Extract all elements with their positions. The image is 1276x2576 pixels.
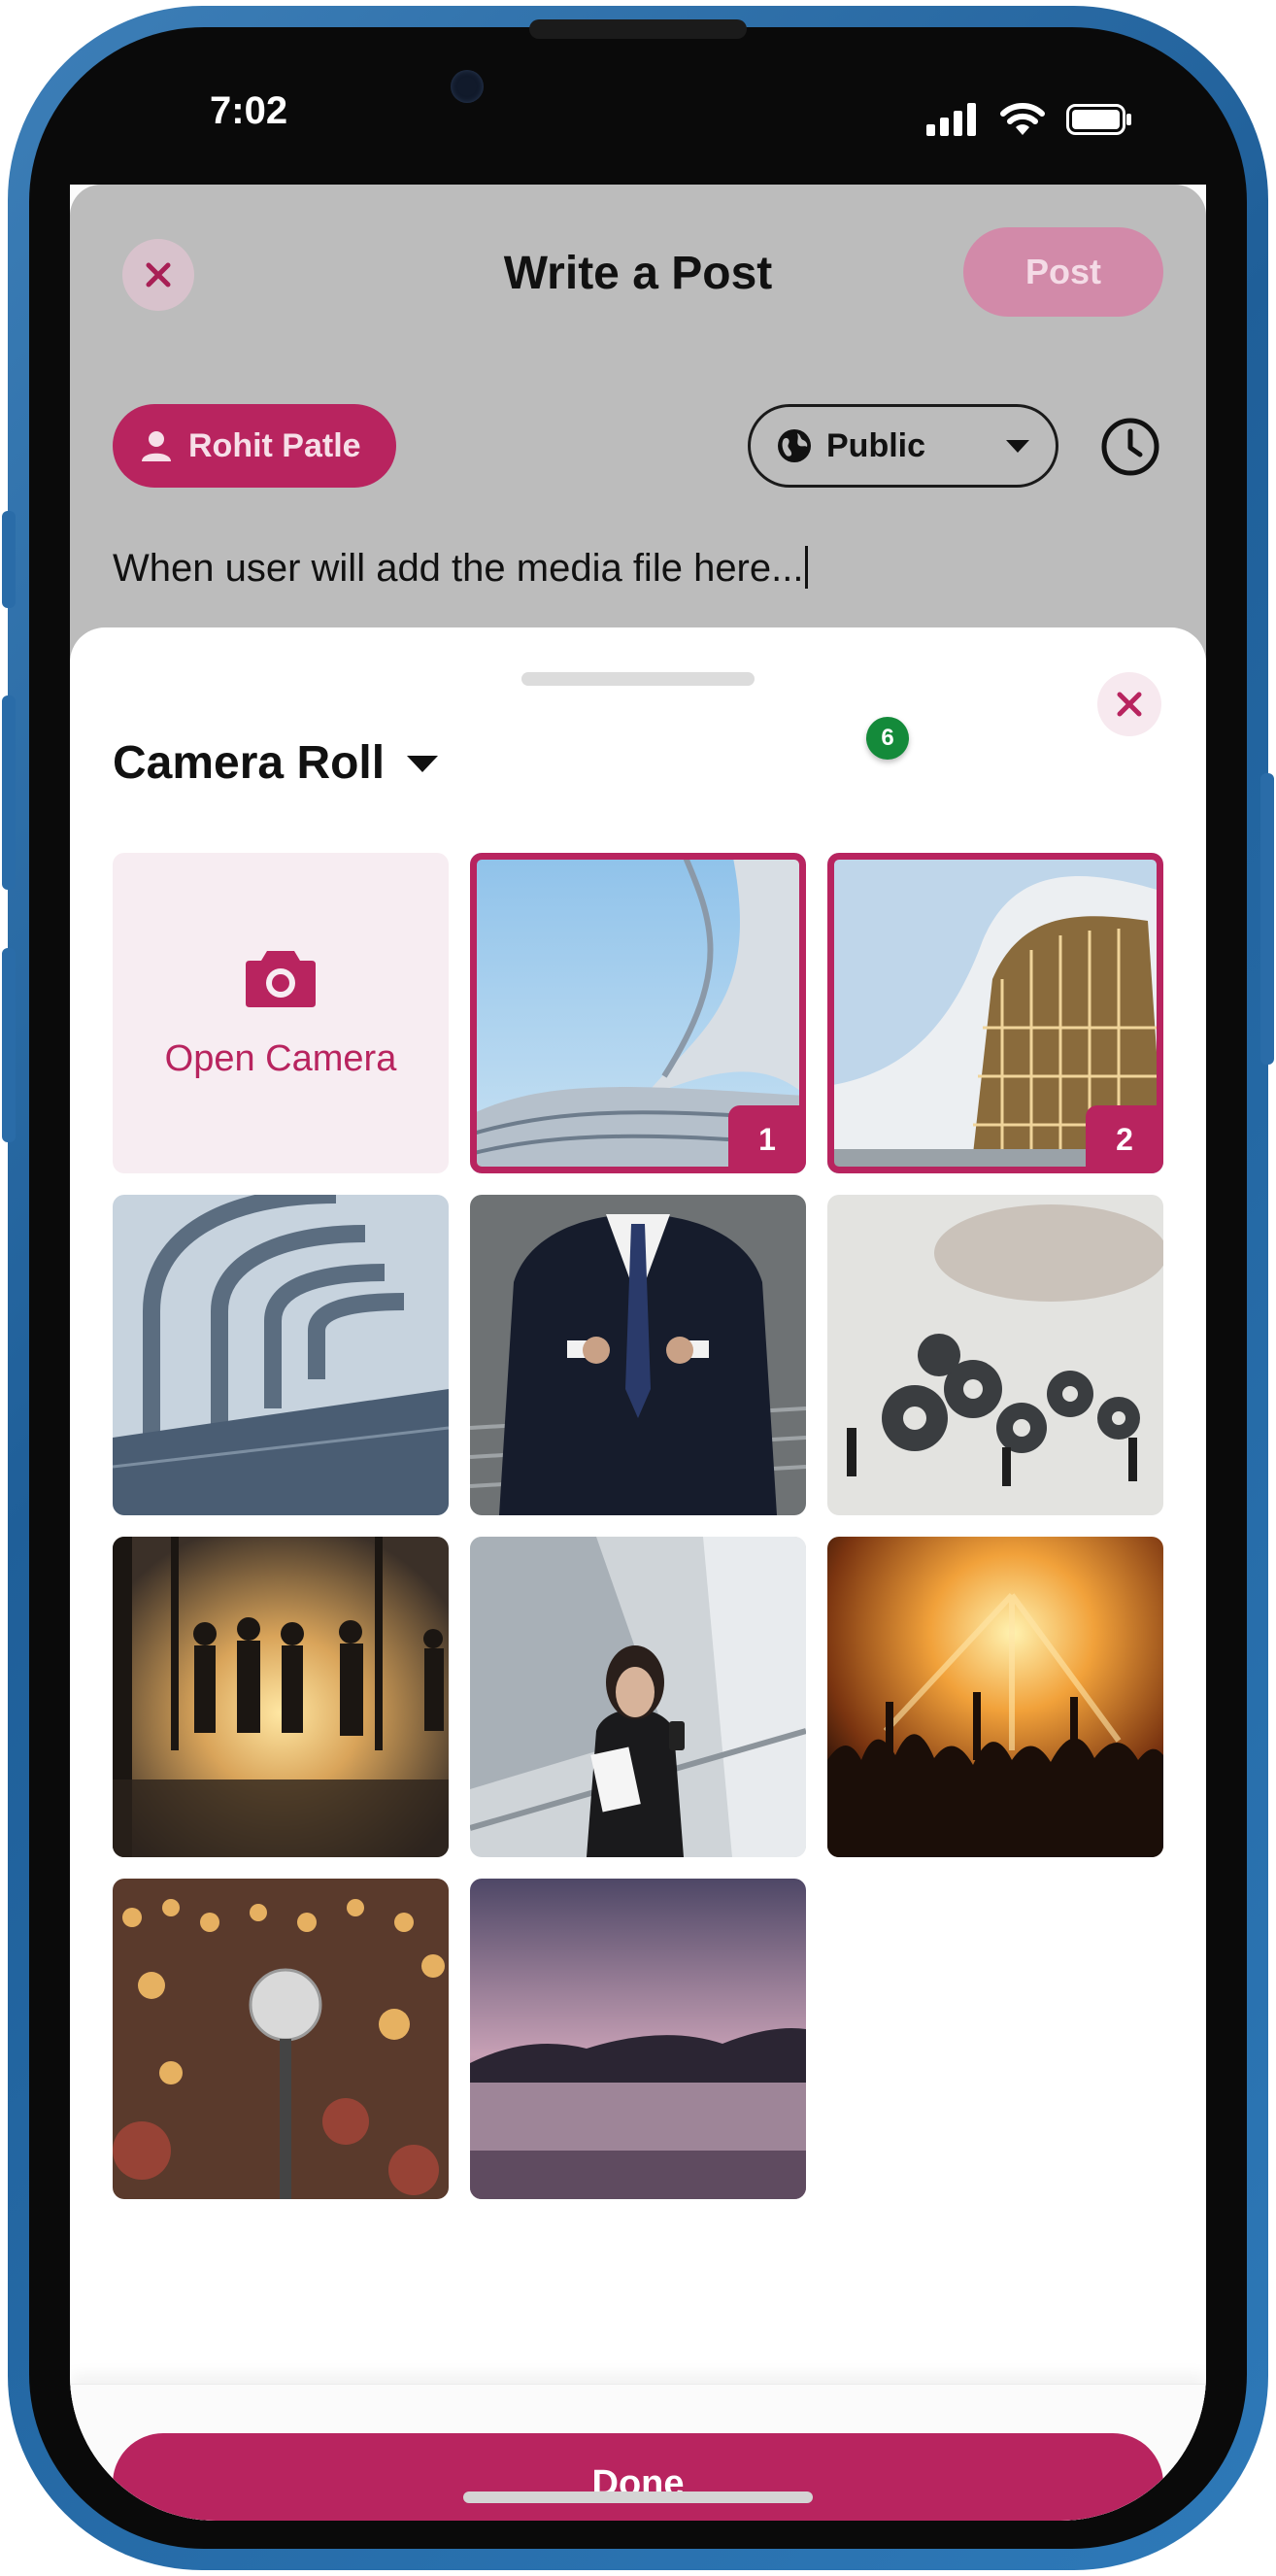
photo-thumbnail[interactable]: 1	[470, 853, 806, 1173]
photo-thumbnail[interactable]	[470, 1537, 806, 1857]
schedule-clock-icon[interactable]	[1099, 416, 1161, 478]
photo-thumbnail[interactable]	[113, 1537, 449, 1857]
media-picker-sheet: Camera Roll 6 Open Camera 1 2	[70, 627, 1206, 2521]
tunnel-corridor-photo	[113, 1195, 449, 1515]
battery-icon	[1066, 104, 1131, 135]
earpiece-speaker	[529, 19, 747, 39]
camera-icon	[246, 950, 316, 1007]
concert-crowd-photo	[827, 1537, 1163, 1857]
photo-thumbnail[interactable]: 2	[827, 853, 1163, 1173]
status-time: 7:02	[210, 89, 288, 132]
picker-footer: Done	[70, 2384, 1206, 2521]
wifi-icon	[1000, 103, 1045, 135]
post-text-value: When user will add the media file here..…	[113, 547, 804, 590]
open-camera-label: Open Camera	[164, 1037, 397, 1079]
photo-thumbnail[interactable]	[470, 1195, 806, 1515]
close-picker-button[interactable]	[1097, 672, 1161, 736]
album-selector[interactable]: Camera Roll	[113, 736, 439, 790]
selection-number: 1	[728, 1105, 806, 1173]
chevron-down-icon	[407, 755, 439, 772]
visibility-label: Public	[826, 426, 926, 464]
gears-teamwork-photo	[827, 1195, 1163, 1515]
compose-panel: Write a Post Post Rohit Patle Public Whe…	[70, 185, 1206, 670]
chevron-down-icon	[1006, 440, 1029, 453]
dusk-lake-photo	[470, 1879, 806, 2199]
sheet-drag-handle[interactable]	[521, 672, 755, 686]
woman-with-phone-photo	[470, 1537, 806, 1857]
front-camera	[451, 70, 484, 103]
volume-down-button	[2, 948, 16, 1142]
album-title: Camera Roll	[113, 737, 386, 789]
post-button[interactable]: Post	[963, 227, 1163, 317]
photo-thumbnail[interactable]	[827, 1195, 1163, 1515]
volume-up-button	[2, 695, 16, 890]
power-button	[1260, 773, 1274, 1065]
mute-switch	[2, 511, 16, 608]
done-button[interactable]: Done	[113, 2433, 1163, 2521]
photo-thumbnail[interactable]	[827, 1537, 1163, 1857]
status-icons	[926, 103, 1132, 136]
signal-icon	[926, 103, 976, 136]
photo-thumbnail[interactable]	[113, 1879, 449, 2199]
visibility-dropdown[interactable]: Public	[748, 404, 1058, 488]
close-icon	[1117, 692, 1142, 717]
app-screen: Write a Post Post Rohit Patle Public Whe…	[70, 185, 1206, 2521]
businessman-suit-photo	[470, 1195, 806, 1515]
globe-icon	[778, 429, 811, 462]
text-caret	[805, 546, 809, 589]
selection-number: 2	[1086, 1105, 1163, 1173]
microphone-bokeh-photo	[113, 1879, 449, 2199]
selection-count-badge: 6	[866, 717, 909, 760]
user-icon	[142, 431, 171, 461]
photo-thumbnail[interactable]	[113, 1195, 449, 1515]
author-name: Rohit Patle	[188, 426, 361, 464]
photo-thumbnail[interactable]	[470, 1879, 806, 2199]
business-silhouettes-photo	[113, 1537, 449, 1857]
home-indicator[interactable]	[463, 2491, 813, 2503]
post-text-input[interactable]: When user will add the media file here..…	[113, 546, 809, 591]
author-chip[interactable]: Rohit Patle	[113, 404, 396, 488]
open-camera-button[interactable]: Open Camera	[113, 853, 449, 1173]
